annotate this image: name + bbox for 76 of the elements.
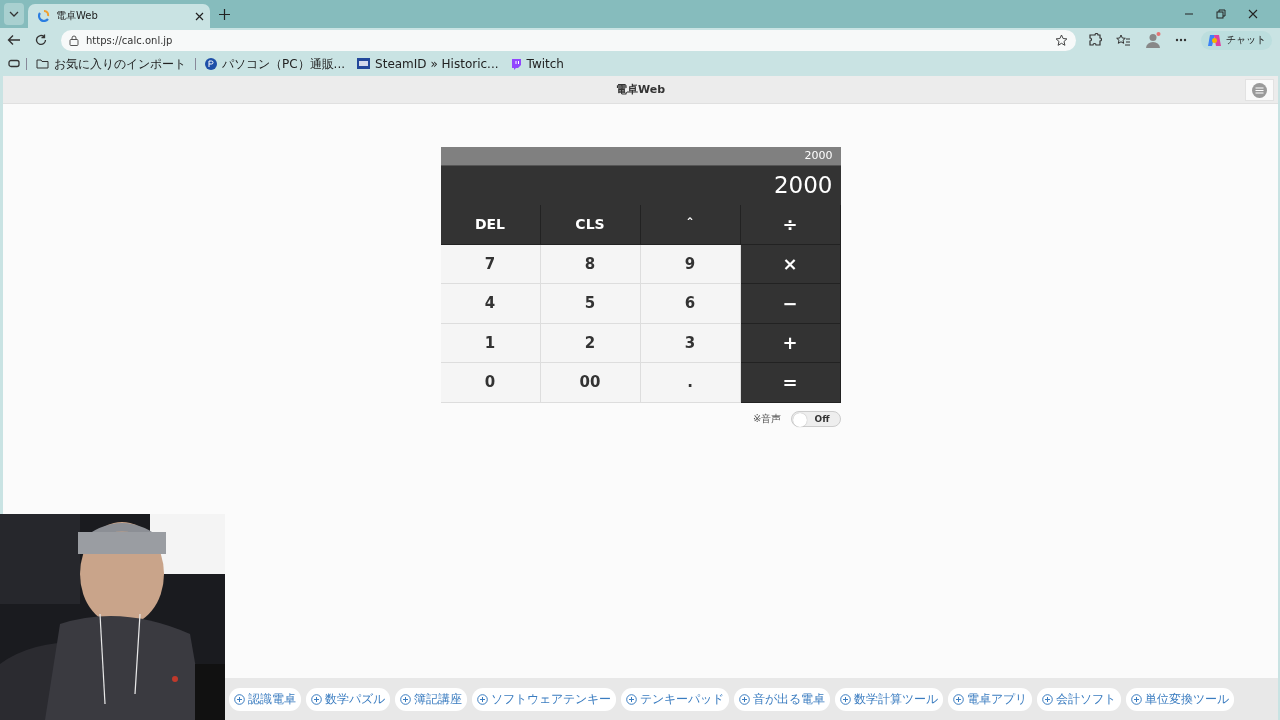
sound-toggle[interactable]: Off — [790, 410, 841, 427]
calculator-key[interactable]: 9 — [640, 244, 741, 284]
back-icon[interactable] — [7, 34, 21, 46]
link-chip[interactable]: 単位変換ツール — [1126, 687, 1234, 711]
chat-bubble-icon — [510, 57, 522, 70]
more-icon[interactable] — [1175, 38, 1187, 42]
calculator-key[interactable]: CLS — [540, 205, 641, 245]
calculator-key[interactable]: × — [740, 244, 841, 284]
sound-label: ※音声 — [753, 411, 782, 426]
lock-icon — [69, 34, 79, 46]
circle-plus-icon — [1131, 693, 1142, 705]
calculator-key[interactable]: 7 — [440, 244, 541, 284]
bookmark-item[interactable]: Twitch — [507, 54, 567, 73]
circle-plus-icon — [739, 693, 750, 705]
circle-plus-icon — [1042, 693, 1053, 705]
puzzle-icon[interactable] — [1088, 33, 1102, 47]
bookmark-item[interactable]: SteamID » Historic... — [354, 54, 502, 73]
circle-plus-icon — [400, 693, 411, 705]
address-bar[interactable]: https://calc.onl.jp — [61, 29, 1076, 51]
chevron-icon — [9, 11, 19, 17]
favorites-icon[interactable] — [1116, 33, 1131, 47]
bookmark-item[interactable]: パソコン（PC）通販... — [202, 54, 349, 73]
calculator-key[interactable]: − — [740, 284, 841, 324]
bookmark-item[interactable]: お気に入りのインポート — [33, 54, 189, 73]
calculator-key[interactable]: 0 — [440, 363, 541, 403]
calculator-key[interactable]: . — [640, 363, 741, 403]
calculator-key[interactable]: + — [740, 323, 841, 363]
tab-title: 電卓Web — [56, 9, 99, 23]
link-chip[interactable]: テンキーパッド — [621, 687, 729, 711]
calculator-key[interactable]: ˆ — [640, 205, 741, 245]
profile-icon[interactable] — [1145, 32, 1161, 48]
calculator-key[interactable]: 8 — [540, 244, 641, 284]
calculator-key[interactable]: 4 — [440, 284, 541, 324]
link-chip[interactable]: 音が出る電卓 — [734, 687, 830, 711]
collections-icon[interactable] — [8, 59, 20, 68]
copilot-button[interactable]: チャット — [1201, 30, 1272, 50]
link-chip[interactable]: 会計ソフト — [1037, 687, 1121, 711]
calculator-key[interactable]: 6 — [640, 284, 741, 324]
calculator-key[interactable]: 5 — [540, 284, 641, 324]
calculator-key[interactable]: 1 — [440, 323, 541, 363]
calculator-key[interactable]: 00 — [540, 363, 641, 403]
circle-plus-icon — [953, 693, 964, 705]
restore-icon[interactable] — [1216, 9, 1226, 19]
circle-plus-icon — [477, 693, 488, 705]
site-icon — [357, 58, 371, 69]
calculator-key[interactable]: 3 — [640, 323, 741, 363]
reload-icon[interactable] — [35, 34, 47, 46]
menu-icon — [1252, 82, 1267, 98]
new-tab-icon[interactable] — [219, 8, 230, 20]
url-text: https://calc.onl.jp — [86, 34, 173, 46]
copilot-icon — [1207, 32, 1222, 48]
circle-plus-icon — [311, 693, 322, 705]
site-icon — [38, 10, 50, 22]
result-display: 2000 — [440, 165, 841, 205]
close-icon[interactable] — [1248, 9, 1258, 19]
calculator-key[interactable]: ÷ — [740, 205, 841, 245]
circle-plus-icon — [626, 693, 637, 705]
page-title: 電卓Web — [615, 82, 666, 97]
link-chip[interactable]: 数学計算ツール — [835, 687, 943, 711]
history-display: 2000 — [440, 147, 841, 165]
link-chip[interactable]: 認識電卓 — [229, 687, 301, 711]
calculator-key[interactable]: DEL — [440, 205, 541, 245]
star-icon[interactable] — [1055, 33, 1068, 47]
circle-plus-icon — [840, 693, 851, 705]
link-chip[interactable]: ソフトウェアテンキー — [472, 687, 616, 711]
link-chip[interactable]: 数学パズル — [306, 687, 390, 711]
circle-plus-icon — [234, 693, 245, 705]
link-chip[interactable]: 電卓アプリ — [948, 687, 1032, 711]
close-icon[interactable] — [195, 11, 204, 21]
link-chip[interactable]: 簿記講座 — [395, 687, 467, 711]
site-icon — [205, 57, 217, 70]
browser-tab[interactable]: 電卓Web — [28, 4, 210, 28]
calculator-key[interactable]: 2 — [540, 323, 641, 363]
menu-button[interactable] — [1245, 79, 1274, 101]
folder-icon — [36, 58, 49, 69]
calculator-key[interactable]: = — [740, 363, 841, 403]
